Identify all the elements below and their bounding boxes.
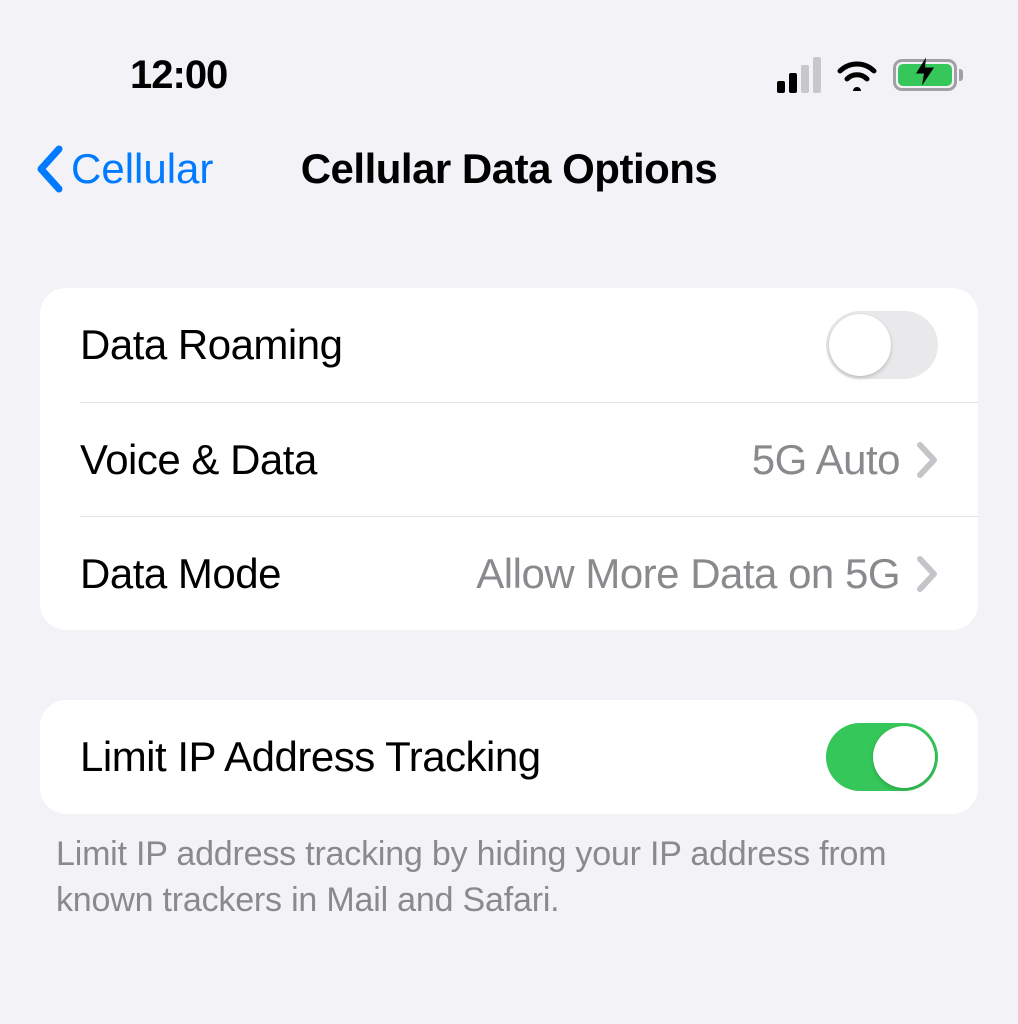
nav-bar: Cellular Cellular Data Options (0, 120, 1018, 248)
limit-ip-footer: Limit IP address tracking by hiding your… (56, 832, 962, 924)
page-title: Cellular Data Options (301, 145, 718, 193)
data-mode-label: Data Mode (80, 550, 281, 598)
limit-ip-label: Limit IP Address Tracking (80, 733, 541, 781)
data-mode-row[interactable]: Data Mode Allow More Data on 5G (80, 516, 978, 630)
data-mode-value: Allow More Data on 5G (476, 550, 900, 598)
wifi-icon (835, 59, 879, 91)
data-roaming-label: Data Roaming (80, 321, 342, 369)
chevron-left-icon (35, 145, 65, 193)
battery-icon (893, 59, 963, 91)
back-button[interactable]: Cellular (35, 145, 213, 193)
cellular-signal-icon (777, 57, 821, 93)
status-bar: 12:00 (0, 0, 1018, 120)
limit-ip-tracking-row[interactable]: Limit IP Address Tracking (40, 700, 978, 814)
status-time: 12:00 (130, 53, 227, 98)
status-indicators (777, 57, 963, 93)
chevron-right-icon (916, 441, 938, 479)
cellular-options-section: Data Roaming Voice & Data 5G Auto Data M… (40, 288, 978, 630)
limit-ip-toggle[interactable] (826, 723, 938, 791)
privacy-section: Limit IP Address Tracking (40, 700, 978, 814)
back-label: Cellular (71, 145, 213, 193)
chevron-right-icon (916, 555, 938, 593)
data-roaming-row[interactable]: Data Roaming (40, 288, 978, 402)
voice-data-label: Voice & Data (80, 436, 317, 484)
voice-data-value: 5G Auto (752, 436, 900, 484)
charging-bolt-icon (916, 58, 934, 93)
data-roaming-toggle[interactable] (826, 311, 938, 379)
voice-data-row[interactable]: Voice & Data 5G Auto (80, 402, 978, 516)
